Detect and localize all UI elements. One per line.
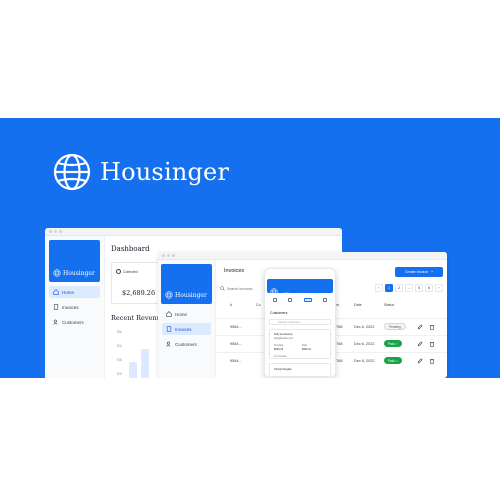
revenue-bar — [141, 349, 149, 378]
mobile-section-title: Customers — [270, 311, 288, 315]
y-axis-label: $5k — [117, 330, 123, 334]
home-icon — [53, 289, 59, 295]
sidebar-brand-name: Housinger — [175, 291, 207, 299]
collected-card: Collected $2,689.26 — [111, 262, 159, 304]
customer-name: Christy Douglas — [274, 368, 292, 371]
sidebar-item-label: Home — [175, 311, 188, 317]
sidebar-item-label: Invoices — [62, 304, 79, 310]
invoice-icon — [166, 326, 172, 332]
logout-icon[interactable] — [323, 298, 328, 302]
sidebar-item-label: Customers — [62, 319, 84, 325]
sidebar-item-customers[interactable]: Customers — [162, 338, 211, 350]
mobile-tab-bar — [267, 296, 333, 304]
customer-email: kelly@delba.com — [274, 337, 294, 340]
plus-icon: + — [431, 270, 434, 274]
create-invoice-label: Create Invoice — [404, 270, 429, 274]
page-button[interactable]: 5 — [415, 284, 423, 292]
create-invoice-button[interactable]: Create Invoice + — [395, 267, 443, 277]
page-ellipsis: ... — [405, 284, 413, 292]
sidebar-brand-name: Housinger — [63, 269, 95, 277]
pagination: ‹ 1 2 ... 5 6 › — [375, 284, 443, 292]
status-badge: Pending — [384, 323, 406, 330]
customer-card[interactable]: Kelly & customer kelly@delba.com Pending… — [269, 329, 331, 359]
hero-banner: Housinger Housinger Home Invoices Custom… — [0, 118, 500, 378]
search-icon — [220, 286, 225, 291]
trash-icon[interactable] — [429, 324, 435, 330]
search-placeholder: Search invoices — [227, 286, 253, 291]
page-button[interactable]: 1 — [385, 284, 393, 292]
invoices-sidebar: Housinger Home Invoices Customers — [158, 260, 216, 378]
sidebar-item-label: Customers — [175, 341, 197, 347]
page-button[interactable]: 6 — [425, 284, 433, 292]
y-axis-label: $2k — [117, 372, 123, 376]
column-header: # — [230, 303, 232, 307]
sidebar-item-customers[interactable]: Customers — [49, 316, 100, 328]
page-title: Dashboard — [111, 245, 150, 253]
dashboard-sidebar: Housinger Home Invoices Customers — [45, 236, 105, 378]
mobile-search-placeholder: Search customers — [278, 320, 301, 324]
y-axis-label: $3k — [117, 358, 123, 362]
mobile-preview: Housinger Customers Search customers Kel… — [264, 268, 336, 378]
edit-icon[interactable] — [417, 341, 423, 347]
page-title: Invoices — [224, 268, 245, 274]
y-axis-label: $4k — [117, 344, 123, 348]
globe-icon — [270, 288, 278, 296]
invoice-id: 9564... — [230, 359, 242, 363]
trash-icon[interactable] — [429, 358, 435, 364]
pending-label: Pending — [274, 344, 284, 347]
pending-value: $229.44 — [274, 348, 284, 351]
invoice-icon[interactable] — [288, 298, 293, 302]
globe-icon — [165, 291, 173, 299]
invoice-id: 9564... — [230, 342, 242, 346]
users-icon — [53, 319, 58, 325]
column-header: Date — [354, 303, 362, 307]
sidebar-logo[interactable]: Housinger — [161, 264, 212, 304]
sidebar-item-home[interactable]: Home — [49, 286, 100, 298]
page-button[interactable]: 2 — [395, 284, 403, 292]
coin-icon — [116, 269, 121, 274]
sidebar-item-invoices[interactable]: Invoices — [162, 323, 211, 335]
home-icon[interactable] — [272, 298, 277, 302]
sidebar-item-label: Invoices — [175, 326, 192, 332]
sidebar-logo[interactable]: Housinger — [49, 240, 100, 282]
invoice-count: 12 invoices — [274, 355, 287, 358]
revenue-bar — [129, 362, 137, 378]
invoice-date: Dec 6, 2022 — [354, 342, 375, 346]
prev-page-icon[interactable]: ‹ — [375, 284, 383, 292]
edit-icon[interactable] — [417, 358, 423, 364]
paid-value: $320.21 — [302, 348, 312, 351]
column-header: Status — [384, 303, 395, 307]
next-page-icon[interactable]: › — [435, 284, 443, 292]
trash-icon[interactable] — [429, 341, 435, 347]
globe-icon — [52, 152, 92, 192]
hero-brand: Housinger — [52, 152, 229, 192]
mobile-search-input[interactable]: Search customers — [269, 319, 331, 325]
collected-label: Collected — [123, 269, 138, 274]
invoice-id: 9564... — [230, 325, 242, 329]
window-titlebar — [45, 228, 342, 236]
home-icon — [166, 311, 172, 317]
paid-label: Paid — [302, 344, 308, 347]
invoice-date: Dec 6, 2022 — [354, 325, 375, 329]
sidebar-item-invoices[interactable]: Invoices — [49, 301, 100, 313]
search-input[interactable]: Search invoices — [220, 284, 262, 293]
mobile-header: Housinger — [267, 279, 333, 298]
status-badge: Paid ✓ — [384, 357, 402, 364]
edit-icon[interactable] — [417, 324, 423, 330]
window-titlebar — [158, 252, 447, 260]
invoice-date: Dec 6, 2022 — [354, 359, 375, 363]
customer-name: Kelly & customer — [274, 333, 293, 336]
globe-icon — [53, 269, 61, 277]
customer-card[interactable]: Christy Douglas — [269, 363, 331, 377]
invoice-icon — [53, 304, 59, 310]
collected-value: $2,689.26 — [122, 289, 156, 297]
status-badge: Paid ✓ — [384, 340, 402, 347]
hero-title: Housinger — [100, 158, 230, 186]
users-icon — [166, 341, 171, 347]
users-icon[interactable] — [303, 298, 312, 302]
sidebar-item-home[interactable]: Home — [162, 308, 211, 320]
sidebar-item-label: Home — [62, 289, 75, 295]
column-header: Cu — [256, 303, 261, 307]
recent-revenue-title: Recent Revenue — [111, 314, 165, 322]
